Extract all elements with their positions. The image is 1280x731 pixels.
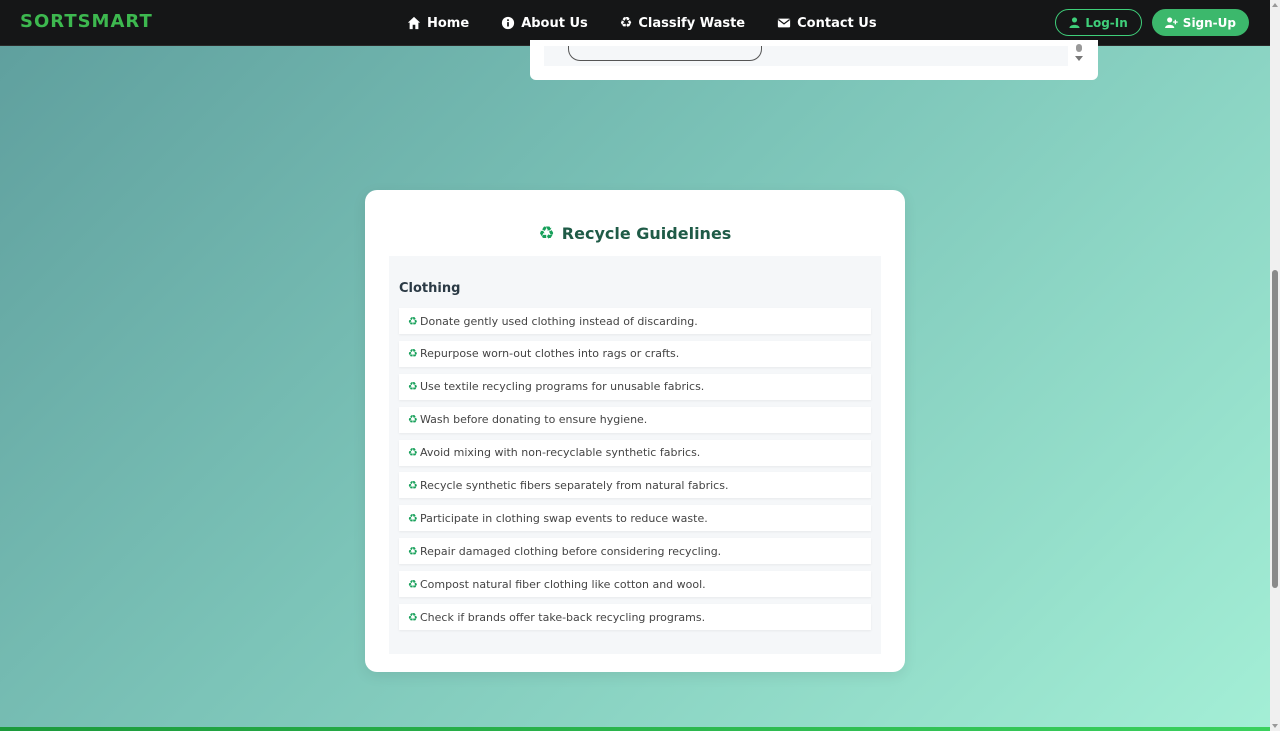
- recycle-icon: ♻: [408, 347, 418, 361]
- recycle-icon: ♻: [538, 223, 555, 244]
- list-item-text: Repair damaged clothing before consideri…: [420, 544, 722, 558]
- nav-about-label: About Us: [521, 15, 588, 31]
- signup-button[interactable]: Sign-Up: [1151, 9, 1249, 36]
- upload-card-inner: [544, 46, 1068, 66]
- recycle-icon: ♻: [408, 610, 418, 624]
- recycle-icon: ♻: [619, 15, 633, 31]
- nav-home-label: Home: [427, 15, 470, 31]
- recycle-guidelines-card: ♻ Recycle Guidelines Clothing ♻ Donate ge…: [365, 190, 905, 672]
- guidelines-panel: Clothing ♻ Donate gently used clothing in…: [389, 256, 881, 654]
- list-item: ♻ Repair damaged clothing before consider…: [399, 538, 871, 565]
- nav-classify[interactable]: ♻ Classify Waste: [620, 15, 745, 31]
- category-heading: Clothing: [399, 281, 461, 296]
- list-item-text: Participate in clothing swap events to r…: [420, 511, 708, 525]
- list-item: ♻ Check if brands offer take-back recycli…: [399, 604, 871, 631]
- nav-classify-label: Classify Waste: [638, 15, 746, 31]
- home-icon: [407, 16, 421, 30]
- nav-contact-label: Contact Us: [797, 15, 877, 31]
- login-button[interactable]: Log-In: [1055, 9, 1142, 36]
- list-item-text: Avoid mixing with non-recyclable synthet…: [420, 446, 701, 460]
- nav-home[interactable]: Home: [407, 16, 469, 31]
- inner-scrollbar[interactable]: [1074, 44, 1084, 66]
- list-item-text: Recycle synthetic fibers separately from…: [420, 478, 729, 492]
- login-label: Log-In: [1085, 15, 1128, 30]
- upload-card-bottom: [530, 40, 1098, 80]
- bottom-accent-line: [0, 727, 1270, 731]
- list-item: ♻ Recycle synthetic fibers separately fro…: [399, 472, 871, 499]
- page-scrollbar-thumb[interactable]: [1272, 270, 1278, 588]
- upload-button-edge[interactable]: [568, 46, 762, 61]
- list-item-text: Wash before donating to ensure hygiene.: [420, 413, 648, 427]
- recycle-icon: ♻: [408, 577, 418, 591]
- signup-label: Sign-Up: [1182, 15, 1236, 30]
- recycle-icon: ♻: [408, 544, 418, 558]
- nav-about[interactable]: About Us: [501, 16, 588, 31]
- inner-scrollbar-thumb[interactable]: [1076, 44, 1082, 52]
- list-item-text: Use textile recycling programs for unusa…: [420, 380, 705, 394]
- list-item: ♻ Donate gently used clothing instead of …: [399, 308, 871, 334]
- scroll-down-icon[interactable]: [1272, 724, 1278, 728]
- scroll-up-icon[interactable]: [1272, 3, 1278, 7]
- auth-buttons: Log-In Sign-Up: [1055, 9, 1249, 36]
- recycle-icon: ♻: [408, 446, 418, 460]
- list-item-text: Donate gently used clothing instead of d…: [420, 314, 698, 328]
- user-plus-icon: [1164, 17, 1178, 28]
- guidelines-title: ♻ Recycle Guidelines: [365, 223, 905, 244]
- recycle-icon: ♻: [408, 413, 418, 427]
- list-item: ♻ Repurpose worn-out clothes into rags or…: [399, 340, 871, 367]
- info-icon: [502, 16, 515, 30]
- recycle-icon: ♻: [408, 314, 418, 328]
- list-item: ♻ Compost natural fiber clothing like cot…: [399, 571, 871, 598]
- guidelines-title-text: Recycle Guidelines: [561, 224, 732, 243]
- list-item: ♻ Use textile recycling programs for unus…: [399, 373, 871, 400]
- list-item: ♻ Participate in clothing swap events to …: [399, 505, 871, 532]
- recycle-icon: ♻: [408, 380, 418, 394]
- list-item-text: Compost natural fiber clothing like cott…: [420, 577, 706, 591]
- user-icon: [1069, 17, 1080, 28]
- list-item-text: Repurpose worn-out clothes into rags or …: [420, 347, 680, 361]
- page-scrollbar[interactable]: [1270, 0, 1280, 731]
- nav-contact[interactable]: Contact Us: [777, 15, 877, 31]
- inner-scroll-down-icon[interactable]: [1075, 56, 1083, 61]
- list-item: ♻ Avoid mixing with non-recyclable synthe…: [399, 439, 871, 466]
- brand-logo[interactable]: SORTSMART: [20, 11, 153, 32]
- list-item-text: Check if brands offer take-back recyclin…: [420, 610, 706, 624]
- envelope-icon: [778, 18, 791, 28]
- list-item: ♻ Wash before donating to ensure hygiene.: [399, 406, 871, 433]
- guidelines-list: ♻ Donate gently used clothing instead of …: [399, 308, 871, 637]
- recycle-icon: ♻: [408, 478, 418, 492]
- recycle-icon: ♻: [408, 511, 418, 525]
